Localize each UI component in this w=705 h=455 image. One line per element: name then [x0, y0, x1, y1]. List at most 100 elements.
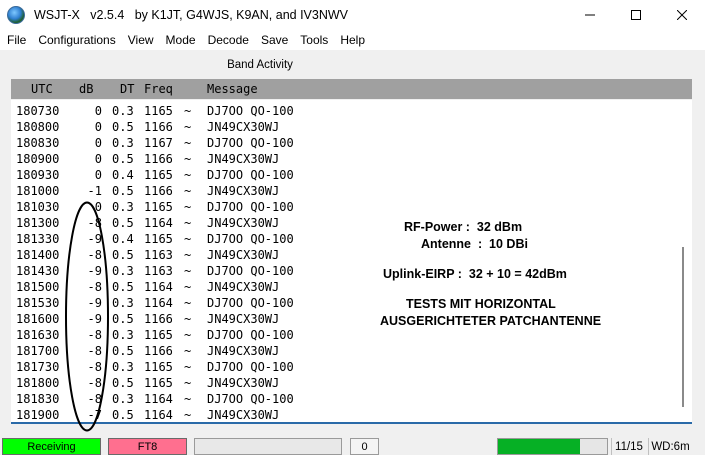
row-sep: ~	[184, 248, 192, 262]
row-utc: 180830	[16, 136, 60, 150]
row-message: DJ7OO QO-100	[207, 104, 294, 118]
row-utc: 181830	[16, 392, 60, 406]
menu-bar: File Configurations View Mode Decode Sav…	[0, 30, 705, 50]
row-dt: 0.5	[112, 216, 134, 230]
row-dt: 0.3	[112, 104, 134, 118]
close-button[interactable]	[659, 0, 705, 30]
row-utc: 181300	[16, 216, 60, 230]
row-sep: ~	[184, 168, 192, 182]
row-sep: ~	[184, 344, 192, 358]
menu-configurations[interactable]: Configurations	[32, 30, 121, 50]
row-dt: 0.5	[112, 312, 134, 326]
row-freq: 1165	[144, 168, 173, 182]
row-utc: 181430	[16, 264, 60, 278]
row-utc: 181530	[16, 296, 60, 310]
row-utc: 180900	[16, 152, 60, 166]
scrollbar-thumb[interactable]	[682, 247, 684, 407]
band-activity-title: Band Activity	[227, 59, 293, 71]
row-dt: 0.5	[112, 248, 134, 262]
row-sep: ~	[184, 360, 192, 374]
row-message: JN49CX30WJ	[207, 312, 280, 326]
row-sep: ~	[184, 136, 192, 150]
row-utc: 181500	[16, 280, 60, 294]
row-sep: ~	[184, 200, 192, 214]
row-dt: 0.3	[112, 392, 134, 406]
row-sep: ~	[184, 184, 192, 198]
row-utc: 181630	[16, 328, 60, 342]
row-message: JN49CX30WJ	[207, 376, 280, 390]
status-bar: Receiving FT8 0 11/15 WD:6m	[0, 436, 705, 455]
menu-tools[interactable]: Tools	[294, 30, 334, 50]
row-sep: ~	[184, 328, 192, 342]
row-utc: 180800	[16, 120, 60, 134]
vertical-scrollbar[interactable]	[682, 100, 685, 410]
row-freq: 1166	[144, 120, 173, 134]
period-counter: 11/15	[611, 438, 646, 455]
row-message: DJ7OO QO-100	[207, 264, 294, 278]
row-message: JN49CX30WJ	[207, 216, 280, 230]
header-freq: Freq	[144, 82, 173, 96]
row-freq: 1167	[144, 136, 173, 150]
row-sep: ~	[184, 152, 192, 166]
row-dt: 0.3	[112, 264, 134, 278]
row-sep: ~	[184, 376, 192, 390]
row-sep: ~	[184, 392, 192, 406]
header-utc: UTC	[31, 82, 53, 96]
row-db: 0	[94, 168, 102, 182]
row-message: DJ7OO QO-100	[207, 328, 294, 342]
annotation-tests-line2: AUSGERICHTETER PATCHANTENNE	[380, 314, 602, 328]
maximize-icon	[631, 10, 641, 20]
row-freq: 1164	[144, 280, 173, 294]
row-dt: 0.5	[112, 152, 134, 166]
row-message: DJ7OO QO-100	[207, 136, 294, 150]
receiving-status: Receiving	[2, 438, 101, 455]
menu-mode[interactable]: Mode	[160, 30, 202, 50]
row-dt: 0.5	[112, 120, 134, 134]
row-sep: ~	[184, 232, 192, 246]
title-bar: WSJT-X v2.5.4 by K1JT, G4WJS, K9AN, and …	[0, 0, 705, 30]
row-freq: 1166	[144, 344, 173, 358]
row-sep: ~	[184, 104, 192, 118]
row-message: JN49CX30WJ	[207, 344, 280, 358]
row-utc: 181700	[16, 344, 60, 358]
row-freq: 1165	[144, 328, 173, 342]
row-utc: 181730	[16, 360, 60, 374]
row-utc: 181600	[16, 312, 60, 326]
menu-file[interactable]: File	[1, 30, 32, 50]
annotation-rf-power: RF-Power : 32 dBm	[404, 220, 523, 234]
minimize-button[interactable]	[567, 0, 613, 30]
period-progress-fill	[498, 439, 580, 454]
row-utc: 181000	[16, 184, 60, 198]
wsjtx-app-icon	[7, 6, 25, 24]
row-sep: ~	[184, 296, 192, 310]
row-freq: 1166	[144, 184, 173, 198]
row-freq: 1164	[144, 408, 173, 422]
menu-view[interactable]: View	[122, 30, 160, 50]
row-utc: 181030	[16, 200, 60, 214]
row-dt: 0.5	[112, 344, 134, 358]
row-utc: 180930	[16, 168, 60, 182]
row-freq: 1166	[144, 152, 173, 166]
maximize-button[interactable]	[613, 0, 659, 30]
header-message: Message	[207, 82, 258, 96]
period-progress-bar	[497, 438, 608, 455]
row-freq: 1165	[144, 200, 173, 214]
band-activity-text[interactable]: 180730 0 0.3 1165 ~ DJ7OO QO-100 180800 0 0.5 116…	[11, 100, 692, 424]
row-message: DJ7OO QO-100	[207, 392, 294, 406]
row-db: 0	[94, 152, 102, 166]
row-sep: ~	[184, 280, 192, 294]
menu-decode[interactable]: Decode	[202, 30, 255, 50]
row-message: DJ7OO QO-100	[207, 296, 294, 310]
row-sep: ~	[184, 216, 192, 230]
row-dt: 0.3	[112, 136, 134, 150]
row-sep: ~	[184, 312, 192, 326]
menu-save[interactable]: Save	[255, 30, 294, 50]
tx-count: 0	[350, 438, 379, 455]
row-db: 0	[94, 120, 102, 134]
menu-help[interactable]: Help	[334, 30, 371, 50]
row-dt: 0.4	[112, 168, 134, 182]
row-message: JN49CX30WJ	[207, 152, 280, 166]
row-message: DJ7OO QO-100	[207, 168, 294, 182]
row-freq: 1163	[144, 248, 173, 262]
row-utc: 181800	[16, 376, 60, 390]
